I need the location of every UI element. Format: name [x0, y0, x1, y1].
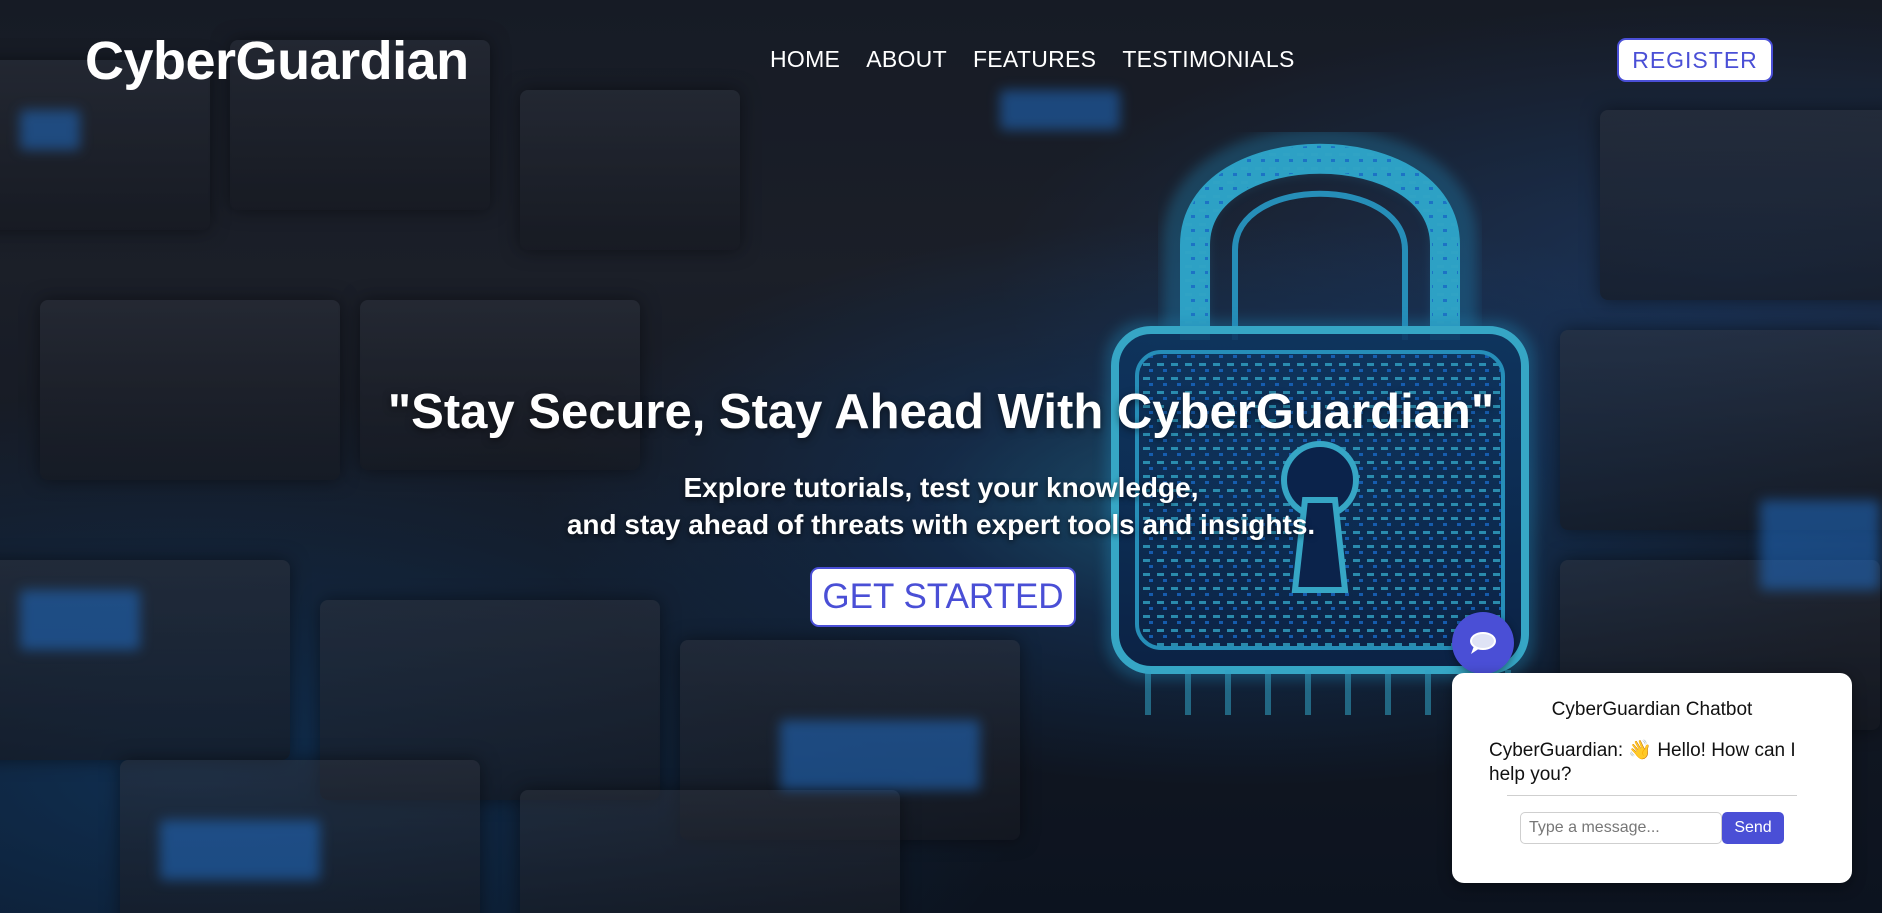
- chat-toggle-button[interactable]: [1452, 612, 1514, 674]
- chatbot-panel: CyberGuardian Chatbot CyberGuardian: 👋 H…: [1452, 673, 1852, 883]
- hero-subtitle-line-2: and stay ahead of threats with expert to…: [566, 509, 1316, 540]
- chat-message-input[interactable]: [1520, 812, 1722, 844]
- send-button[interactable]: Send: [1722, 812, 1784, 844]
- hero-subtitle-line-1: Explore tutorials, test your knowledge,: [683, 472, 1199, 503]
- site-header: CyberGuardian HOME ABOUT FEATURES TESTIM…: [0, 0, 1882, 120]
- nav-about-link[interactable]: ABOUT: [866, 46, 947, 73]
- get-started-button[interactable]: GET STARTED: [810, 567, 1076, 627]
- chat-bubble-icon: [1470, 632, 1496, 654]
- hero-title: "Stay Secure, Stay Ahead With CyberGuard…: [387, 385, 1495, 439]
- main-nav: HOME ABOUT FEATURES TESTIMONIALS: [770, 46, 1295, 73]
- hero-subtitle: Explore tutorials, test your knowledge, …: [0, 469, 1882, 543]
- chatbot-divider: [1507, 795, 1797, 796]
- page: CyberGuardian HOME ABOUT FEATURES TESTIM…: [0, 0, 1882, 913]
- chatbot-message: CyberGuardian: 👋 Hello! How can I help y…: [1489, 740, 1796, 785]
- register-button[interactable]: REGISTER: [1617, 38, 1773, 82]
- chatbot-title: CyberGuardian Chatbot: [1551, 699, 1753, 720]
- nav-testimonials-link[interactable]: TESTIMONIALS: [1122, 46, 1294, 73]
- nav-home-link[interactable]: HOME: [770, 46, 840, 73]
- site-logo[interactable]: CyberGuardian: [85, 30, 469, 92]
- nav-features-link[interactable]: FEATURES: [973, 46, 1096, 73]
